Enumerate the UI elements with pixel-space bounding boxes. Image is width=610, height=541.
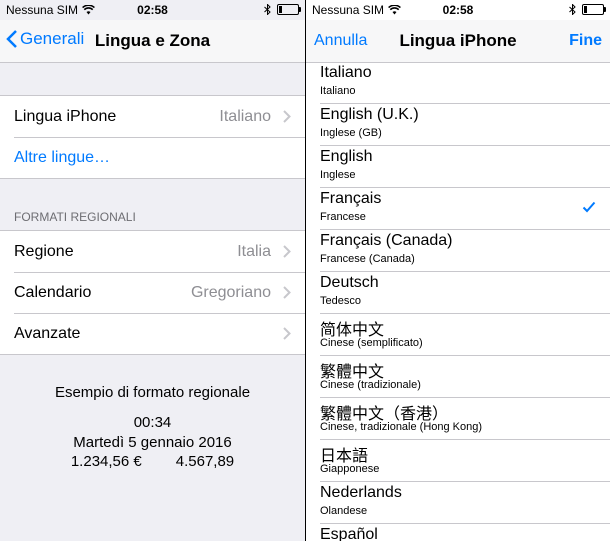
language-translation: Francese (Canada) (320, 253, 415, 265)
language-name: English (U.K.) (320, 106, 419, 123)
language-list: Italiano Italiano English (U.K.) Inglese (G… (306, 62, 610, 541)
language-translation: Inglese (GB) (320, 127, 382, 139)
example-title: Esempio di formato regionale (54, 384, 251, 401)
bluetooth-icon (569, 4, 576, 15)
page-title: Lingua e Zona (94, 31, 211, 50)
regional-format-example: Esempio di formato regionale 00:34 Marte… (0, 384, 305, 470)
language-translation: Italiano (320, 85, 356, 97)
regional-formats-group: Regione Italia Calendario Gregoriano Ava… (0, 230, 305, 355)
language-option[interactable]: Deutsch Tedesco (320, 272, 610, 314)
status-bar: Nessuna SIM 02:58 (306, 0, 610, 20)
page-title: Lingua iPhone (399, 31, 517, 50)
language-name: Español (320, 526, 378, 541)
language-option[interactable]: English (U.K.) Inglese (GB) (320, 104, 610, 146)
language-option[interactable]: Français Francese (320, 188, 610, 230)
example-date: Martedì 5 gennaio 2016 (73, 434, 232, 451)
done-button[interactable]: Fine (569, 32, 602, 50)
other-languages-link[interactable]: Altre lingue… (14, 149, 110, 167)
language-name: Deutsch (320, 274, 379, 291)
status-time: 02:58 (442, 3, 474, 17)
other-languages-row[interactable]: Altre lingue… (0, 137, 305, 178)
iphone-language-row[interactable]: Lingua iPhone Italiano (0, 96, 305, 137)
language-group: Lingua iPhone Italiano Altre lingue… (0, 95, 305, 179)
row-value: Italia (237, 242, 271, 260)
language-name: Français (320, 190, 382, 207)
row-label: Lingua iPhone (14, 107, 117, 125)
language-translation: Tedesco (320, 295, 361, 307)
language-translation: Cinese (tradizionale) (320, 379, 421, 391)
example-time: 00:34 (133, 414, 172, 431)
row-value: Gregoriano (190, 283, 271, 301)
language-translation: Giapponese (320, 463, 380, 475)
status-bar: Nessuna SIM 02:58 (0, 0, 305, 20)
navigation-bar: Annulla Lingua iPhone Fine (306, 20, 610, 63)
row-label: Calendario (14, 283, 92, 301)
row-label: Avanzate (14, 324, 81, 342)
language-option[interactable]: 简体中文 Cinese (semplificato) (320, 314, 610, 356)
navigation-bar: Generali Lingua e Zona (0, 20, 305, 63)
iphone-language-screen: Nessuna SIM 02:58 Annulla Lingua iPhone … (306, 0, 610, 541)
language-translation: Francese (320, 211, 366, 223)
language-name: English (320, 148, 373, 165)
chevron-right-icon (283, 327, 291, 340)
battery-level (279, 6, 282, 13)
language-region-screen: Nessuna SIM 02:58 Generali Lingua e Zona… (0, 0, 305, 541)
row-label: Regione (14, 242, 74, 260)
bluetooth-icon (264, 4, 271, 15)
example-number: 4.567,89 (175, 453, 235, 470)
language-option[interactable]: Español (320, 524, 610, 541)
language-option[interactable]: English Inglese (320, 146, 610, 188)
language-name: Nederlands (320, 484, 402, 501)
battery-icon (277, 4, 301, 15)
row-value: Italiano (219, 107, 271, 125)
language-option[interactable]: 繁體中文 Cinese (tradizionale) (320, 356, 610, 398)
battery-level (584, 6, 587, 13)
language-translation: Cinese (semplificato) (320, 337, 423, 349)
chevron-right-icon (283, 110, 291, 123)
language-translation: Inglese (320, 169, 356, 181)
language-option[interactable]: Français (Canada) Francese (Canada) (320, 230, 610, 272)
language-translation: Cinese, tradizionale (Hong Kong) (320, 421, 483, 433)
calendar-row[interactable]: Calendario Gregoriano (0, 272, 305, 313)
chevron-right-icon (283, 286, 291, 299)
language-option[interactable]: 繁體中文（香港） Cinese, tradizionale (Hong Kong) (320, 398, 610, 440)
language-name: Français (Canada) (320, 232, 453, 249)
example-currency: 1.234,56 € (70, 453, 142, 470)
checkmark-icon (582, 201, 596, 213)
region-row[interactable]: Regione Italia (0, 231, 305, 272)
battery-icon (582, 4, 606, 15)
language-translation: Olandese (320, 505, 368, 517)
status-time: 02:58 (137, 3, 168, 17)
advanced-row[interactable]: Avanzate (0, 313, 305, 354)
language-option[interactable]: Italiano Italiano (320, 62, 610, 104)
language-name: Italiano (320, 64, 372, 81)
chevron-right-icon (283, 245, 291, 258)
language-option[interactable]: Nederlands Olandese (320, 482, 610, 524)
section-header: FORMATI REGIONALI (14, 210, 136, 224)
language-option[interactable]: 日本語 Giapponese (320, 440, 610, 482)
